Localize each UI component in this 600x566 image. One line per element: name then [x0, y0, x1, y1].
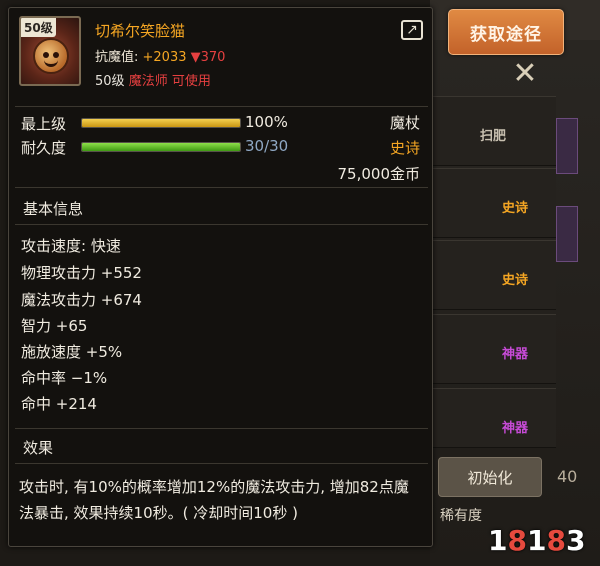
grade-bar-fill — [82, 119, 240, 127]
initialize-button[interactable]: 初始化 — [438, 457, 542, 497]
background-row[interactable]: 史诗 — [432, 168, 556, 238]
grade-bar — [81, 118, 241, 128]
rarity-value: 史诗 — [389, 139, 420, 157]
row-tag: 神器 — [501, 421, 528, 436]
resist-value: +2033 — [142, 50, 187, 65]
resist-stat: 抗魔值: +2033 ▼370 — [95, 46, 225, 65]
attribute-line: 命中 +214 — [21, 395, 97, 413]
background-row[interactable]: 神器 — [432, 388, 556, 448]
level-badge: 50级 — [21, 18, 56, 37]
weapon-type: 魔杖 — [389, 114, 420, 132]
item-tooltip: 50级 切希尔笑脸猫 抗魔值: +2033 ▼370 50级 魔法师 可使用 ↗… — [8, 7, 433, 547]
row-tag: 史诗 — [501, 201, 528, 216]
durability-bar-fill — [82, 143, 240, 151]
divider — [15, 463, 428, 464]
row-tag: 史诗 — [501, 273, 528, 288]
row-tag: 神器 — [501, 347, 528, 362]
background-number: 40 — [557, 467, 578, 486]
required-class: 魔法师 可使用 — [128, 74, 211, 89]
durability-label: 耐久度 — [21, 139, 67, 157]
cheshire-cat-icon: 50级 — [19, 16, 81, 86]
resist-label: 抗魔值: — [95, 50, 143, 65]
row-tag: 扫肥 — [479, 129, 506, 144]
background-row[interactable]: 扫肥 — [432, 96, 556, 166]
get-source-button[interactable]: 获取途径 — [448, 9, 564, 55]
attribute-line: 智力 +65 — [21, 317, 88, 335]
cat-face-icon — [33, 38, 69, 74]
attribute-line: 攻击速度: 快速 — [21, 237, 121, 255]
effect-description: 攻击时, 有10%的概率增加12%的魔法攻击力, 增加82点魔法暴击, 效果持续… — [19, 478, 409, 522]
background-row[interactable]: 史诗 — [432, 240, 556, 310]
attribute-line: 命中率 −1% — [21, 369, 108, 387]
divider — [15, 187, 428, 188]
grade-label: 最上级 — [21, 115, 67, 133]
effect-title: 效果 — [23, 439, 54, 457]
attribute-line: 施放速度 +5% — [21, 343, 123, 361]
price-value: 75,000金币 — [337, 165, 421, 183]
compare-icon[interactable]: ↗ — [401, 20, 423, 40]
grade-value: 100% — [245, 113, 288, 131]
durability-value: 30/30 — [245, 137, 289, 155]
rarity-label: 稀有度 — [440, 508, 482, 524]
close-icon[interactable]: ✕ — [507, 56, 543, 91]
item-thumbnail[interactable] — [556, 206, 578, 262]
divider — [15, 224, 428, 225]
attribute-line: 魔法攻击力 +674 — [21, 291, 142, 309]
required-level: 50级 — [95, 74, 125, 89]
attribute-line: 物理攻击力 +552 — [21, 264, 142, 282]
item-thumbnail[interactable] — [556, 118, 578, 174]
resist-delta: ▼370 — [190, 50, 226, 65]
requirement: 50级 魔法师 可使用 — [95, 70, 211, 89]
item-name: 切希尔笑脸猫 — [95, 22, 186, 40]
background-row[interactable]: 神器 — [432, 314, 556, 384]
watermark-logo: 18183 — [488, 523, 586, 557]
basic-info-title: 基本信息 — [23, 200, 84, 218]
divider — [15, 428, 428, 429]
divider — [15, 106, 428, 107]
durability-bar — [81, 142, 241, 152]
